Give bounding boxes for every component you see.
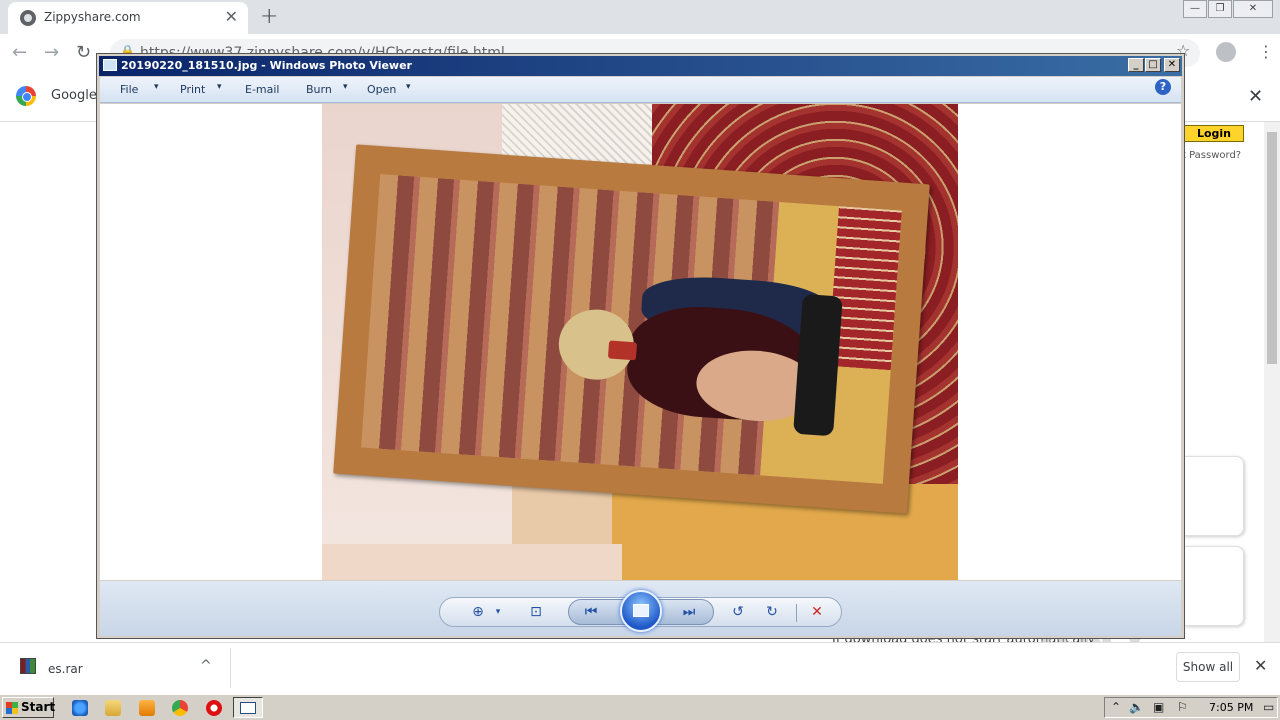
photo-mirror-glass [361, 174, 902, 484]
chevron-up-icon[interactable]: ^ [200, 658, 212, 674]
photo-floor-edge [322, 544, 622, 580]
viewer-minimize-button[interactable]: _ [1128, 58, 1144, 72]
file-dropdown-caret-icon[interactable]: ▾ [154, 82, 159, 92]
displayed-photo [322, 104, 958, 580]
download-shelf-close-icon[interactable]: ✕ [1254, 656, 1267, 675]
winrar-archive-icon [20, 658, 36, 674]
windows-taskbar: Start ⌃ 🔈 ▣ ⚐ 7:05 PM ▭ [0, 694, 1280, 720]
browser-tab[interactable]: Zippyshare.com ✕ [8, 2, 248, 34]
forward-arrow-icon[interactable]: → [44, 42, 59, 63]
flag-icon[interactable]: ⚐ [1177, 700, 1188, 714]
playback-controls: ⊕ ▾ ⊡ ⏮ ⏭ ↺ ↻ ✕ [439, 590, 842, 632]
actual-size-icon[interactable]: ⊡ [524, 602, 548, 622]
up-arrow-icon[interactable]: ⌃ [1111, 700, 1121, 714]
burn-dropdown-caret-icon[interactable]: ▾ [343, 82, 348, 92]
help-icon[interactable]: ? [1155, 79, 1171, 95]
new-tab-button[interactable]: + [260, 4, 278, 29]
photo-phone [607, 340, 638, 361]
menu-open[interactable]: Open [367, 83, 396, 96]
photo-viewer-controlbar: ⊕ ▾ ⊡ ⏮ ⏭ ↺ ↻ ✕ [100, 581, 1181, 636]
photo-viewer-title: 20190220_181510.jpg - Windows Photo View… [121, 59, 412, 72]
start-button[interactable]: Start [2, 697, 56, 718]
speaker-icon[interactable]: 🔈 [1129, 700, 1144, 714]
show-all-button[interactable]: Show all [1176, 652, 1240, 682]
photo-viewer-app-icon [103, 59, 117, 71]
tab-title: Zippyshare.com [44, 10, 141, 24]
browser-restore-button[interactable]: ❐ [1208, 0, 1232, 18]
reload-icon[interactable]: ↻ [76, 42, 91, 63]
google-chrome-icon [16, 86, 36, 106]
rotate-counterclockwise-icon[interactable]: ↺ [726, 602, 750, 622]
slideshow-button[interactable] [620, 590, 662, 632]
photo-viewer-menubar: File ▾ Print ▾ E-mail Burn ▾ Open ▾ ? [100, 77, 1181, 103]
photo-viewer-taskbar-button[interactable] [233, 697, 263, 718]
menu-burn[interactable]: Burn [306, 83, 332, 96]
start-label: Start [21, 700, 56, 714]
photo-viewer-window: 20190220_181510.jpg - Windows Photo View… [96, 53, 1185, 639]
photo-viewer-taskbar-icon [240, 702, 256, 714]
file-explorer-icon[interactable] [105, 700, 121, 716]
print-dropdown-caret-icon[interactable]: ▾ [217, 82, 222, 92]
forgot-password-link[interactable]: t Password? [1182, 150, 1241, 161]
browser-minimize-button[interactable]: — [1183, 0, 1207, 18]
page-card [1184, 456, 1244, 536]
menu-file[interactable]: File [120, 83, 138, 96]
browser-close-button[interactable]: ✕ [1233, 0, 1273, 18]
download-file-name[interactable]: es.rar [48, 662, 83, 676]
photo-mirror-frame [333, 144, 930, 514]
viewer-maximize-button[interactable]: □ [1145, 58, 1161, 72]
scrollbar-thumb[interactable] [1267, 132, 1277, 364]
windows-logo-icon [6, 702, 18, 714]
photo-canvas [100, 104, 1181, 580]
controls-divider [796, 604, 797, 622]
slideshow-picture-icon [633, 604, 649, 617]
zoom-caret-icon[interactable]: ▾ [486, 602, 510, 622]
download-divider [230, 648, 231, 688]
login-button[interactable]: Login [1184, 125, 1244, 142]
menu-print[interactable]: Print [180, 83, 205, 96]
infobar-close-icon[interactable]: ✕ [1248, 86, 1263, 107]
network-icon[interactable]: ▣ [1153, 700, 1164, 714]
desktop-icon[interactable]: ▭ [1263, 700, 1274, 714]
back-arrow-icon[interactable]: ← [12, 42, 27, 63]
zippyshare-favicon-icon [20, 10, 36, 26]
photo-viewer-titlebar[interactable]: 20190220_181510.jpg - Windows Photo View… [99, 56, 1182, 76]
photo-lace-curtain [502, 104, 652, 164]
media-player-icon[interactable] [139, 700, 155, 716]
internet-explorer-icon[interactable] [72, 700, 88, 716]
delete-icon[interactable]: ✕ [805, 602, 829, 622]
open-dropdown-caret-icon[interactable]: ▾ [406, 82, 411, 92]
download-shelf [0, 642, 1280, 694]
tab-close-icon[interactable]: ✕ [225, 7, 238, 26]
next-icon[interactable]: ⏭ [677, 602, 701, 622]
clock[interactable]: 7:05 PM [1209, 701, 1253, 714]
page-scrollbar[interactable] [1264, 122, 1280, 642]
profile-avatar-icon[interactable] [1216, 42, 1236, 62]
system-tray: ⌃ 🔈 ▣ ⚐ 7:05 PM ▭ [1104, 697, 1278, 718]
viewer-close-button[interactable]: ✕ [1164, 58, 1180, 72]
chrome-taskbar-icon[interactable] [172, 700, 188, 716]
menu-email[interactable]: E-mail [245, 83, 280, 96]
browser-menu-icon[interactable]: ⋮ [1258, 42, 1274, 61]
rotate-clockwise-icon[interactable]: ↻ [760, 602, 784, 622]
chrome-tab-strip: Zippyshare.com ✕ + — ❐ ✕ [0, 0, 1280, 34]
previous-icon[interactable]: ⏮ [579, 602, 603, 622]
opera-icon[interactable] [206, 700, 222, 716]
